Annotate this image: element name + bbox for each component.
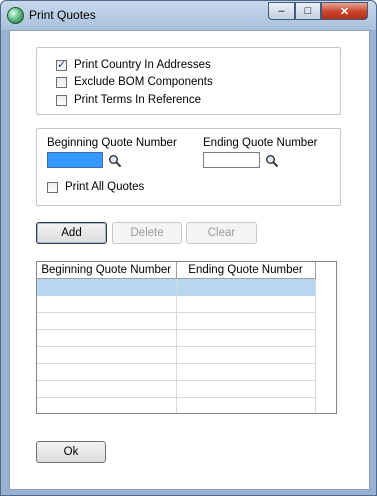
exclude-bom-option[interactable]: Exclude BOM Components <box>56 76 213 88</box>
print-terms-option[interactable]: Print Terms In Reference <box>56 94 201 106</box>
ending-lookup-icon[interactable] <box>265 154 279 168</box>
table-cell[interactable] <box>37 380 177 398</box>
row-filler <box>315 296 336 313</box>
ending-quote-label: Ending Quote Number <box>203 137 318 149</box>
table-cell[interactable] <box>37 397 177 413</box>
print-country-option[interactable]: Print Country In Addresses <box>56 58 211 71</box>
add-button[interactable]: Add <box>36 222 107 244</box>
app-orb-icon <box>7 7 24 24</box>
ok-button[interactable]: Ok <box>36 441 106 463</box>
table-cell[interactable] <box>37 329 177 347</box>
delete-button[interactable]: Delete <box>112 222 182 244</box>
print-all-quotes-option[interactable]: Print All Quotes <box>47 181 144 193</box>
print-terms-checkbox[interactable] <box>56 94 67 106</box>
print-options-group: Print Country In Addresses Exclude BOM C… <box>36 47 341 115</box>
table-cell[interactable] <box>176 363 316 381</box>
table-cell[interactable] <box>37 295 177 313</box>
table-cell[interactable] <box>37 346 177 364</box>
table-row[interactable] <box>37 295 336 313</box>
print-quotes-window: Print Quotes – □ ✕ Print Country In Addr… <box>0 0 377 496</box>
beginning-quote-input[interactable] <box>47 152 103 168</box>
table-cell[interactable] <box>37 278 177 296</box>
column-header-beginning[interactable]: Beginning Quote Number <box>37 262 177 279</box>
close-icon: ✕ <box>339 5 350 18</box>
table-row[interactable] <box>37 380 336 398</box>
table-row[interactable] <box>37 363 336 381</box>
row-filler <box>315 381 336 398</box>
table-cell[interactable] <box>37 312 177 330</box>
quote-range-grid[interactable]: Beginning Quote Number Ending Quote Numb… <box>36 261 337 414</box>
minimize-button[interactable]: – <box>268 2 295 20</box>
beginning-quote-label: Beginning Quote Number <box>47 137 177 149</box>
print-all-quotes-checkbox[interactable] <box>47 181 58 193</box>
row-filler <box>315 398 336 414</box>
dialog-body: Print Country In Addresses Exclude BOM C… <box>9 30 370 490</box>
maximize-button[interactable]: □ <box>295 2 321 20</box>
exclude-bom-label: Exclude BOM Components <box>74 76 213 88</box>
window-title: Print Quotes <box>29 8 96 22</box>
table-cell[interactable] <box>176 346 316 364</box>
quote-range-table: Beginning Quote Number Ending Quote Numb… <box>37 262 336 414</box>
close-button[interactable]: ✕ <box>321 2 368 20</box>
print-country-checkbox[interactable] <box>56 58 67 71</box>
clear-button[interactable]: Clear <box>186 222 257 244</box>
table-cell[interactable] <box>176 329 316 347</box>
print-terms-label: Print Terms In Reference <box>74 94 201 106</box>
table-row[interactable] <box>37 278 336 296</box>
exclude-bom-checkbox[interactable] <box>56 76 67 88</box>
table-row[interactable] <box>37 346 336 364</box>
table-cell[interactable] <box>37 363 177 381</box>
print-all-quotes-label: Print All Quotes <box>65 181 145 193</box>
row-filler <box>315 330 336 347</box>
table-row[interactable] <box>37 329 336 347</box>
table-row[interactable] <box>37 312 336 330</box>
quote-range-group: Beginning Quote Number Ending Quote Numb… <box>36 128 341 206</box>
beginning-lookup-icon[interactable] <box>108 154 122 168</box>
table-cell[interactable] <box>176 295 316 313</box>
column-header-ending[interactable]: Ending Quote Number <box>176 262 316 279</box>
grid-header-row: Beginning Quote Number Ending Quote Numb… <box>37 262 336 279</box>
row-filler <box>315 313 336 330</box>
row-filler <box>315 364 336 381</box>
table-row[interactable] <box>37 397 336 414</box>
title-bar[interactable]: Print Quotes – □ ✕ <box>1 1 376 30</box>
table-cell[interactable] <box>176 380 316 398</box>
table-cell[interactable] <box>176 312 316 330</box>
minimize-icon: – <box>278 5 285 17</box>
ending-quote-input[interactable] <box>203 152 260 168</box>
column-header-filler <box>315 262 336 279</box>
row-filler <box>315 347 336 364</box>
print-country-label: Print Country In Addresses <box>74 59 211 71</box>
table-cell[interactable] <box>176 397 316 413</box>
table-cell[interactable] <box>176 278 316 296</box>
maximize-icon: □ <box>304 5 312 17</box>
row-filler <box>315 278 336 296</box>
